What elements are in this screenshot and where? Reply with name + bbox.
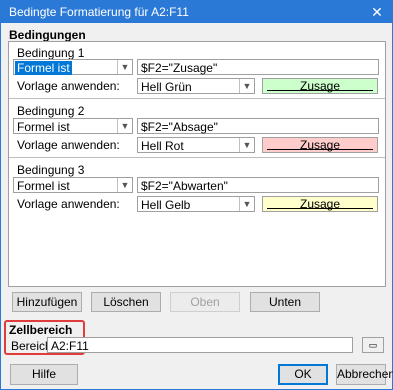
formula-value: $F2="Absage": [141, 120, 218, 134]
range-section-title: Zellbereich: [9, 323, 73, 337]
conditional-formatting-dialog: Bedingte Formatierung für A2:F11 ✕ Bedin…: [0, 0, 393, 390]
style-preview: Zusage: [262, 78, 378, 94]
style-value: Hell Grün: [141, 80, 192, 94]
condition-title: Bedingung 3: [17, 163, 85, 177]
style-preview: Zusage: [262, 196, 378, 212]
window-title: Bedingte Formatierung für A2:F11: [9, 5, 189, 19]
conditions-list: Bedingung 1 Formel ist ▼ $F2="Zusage" Vo…: [8, 41, 386, 287]
chevron-down-icon[interactable]: ▼: [239, 138, 254, 152]
style-select[interactable]: Hell Grün ▼: [137, 78, 255, 94]
condition-formula-input[interactable]: $F2="Absage": [137, 118, 379, 134]
apply-style-label: Vorlage anwenden:: [17, 138, 120, 152]
chevron-down-icon[interactable]: ▼: [117, 178, 132, 192]
style-value: Hell Gelb: [141, 198, 191, 212]
condition-type-value: Formel ist: [17, 179, 70, 193]
preview-underline: [267, 90, 373, 91]
condition-1: Bedingung 1 Formel ist ▼ $F2="Zusage" Vo…: [9, 42, 385, 99]
range-input[interactable]: A2:F11: [47, 337, 353, 353]
style-select[interactable]: Hell Rot ▼: [137, 137, 255, 153]
condition-3: Bedingung 3 Formel ist ▼ $F2="Abwarten" …: [9, 159, 385, 259]
condition-type-select[interactable]: Formel ist ▼: [13, 177, 133, 193]
condition-title: Bedingung 1: [17, 46, 85, 60]
chevron-down-icon[interactable]: ▼: [117, 60, 132, 74]
apply-style-label: Vorlage anwenden:: [17, 197, 120, 211]
style-select[interactable]: Hell Gelb ▼: [137, 196, 255, 212]
style-preview: Zusage: [262, 137, 378, 153]
ok-button[interactable]: OK: [278, 364, 328, 385]
range-value: A2:F11: [51, 339, 89, 353]
chevron-down-icon[interactable]: ▼: [239, 197, 254, 211]
formula-value: $F2="Zusage": [141, 61, 218, 75]
help-button[interactable]: Hilfe: [10, 364, 78, 385]
preview-underline: [267, 149, 373, 150]
condition-type-select[interactable]: Formel ist ▼: [13, 59, 133, 75]
shrink-icon[interactable]: ▭: [362, 337, 384, 353]
move-down-button[interactable]: Unten: [250, 292, 320, 312]
condition-formula-input[interactable]: $F2="Abwarten": [137, 177, 379, 193]
chevron-down-icon[interactable]: ▼: [239, 79, 254, 93]
title-bar: Bedingte Formatierung für A2:F11 ✕: [1, 1, 392, 23]
condition-2: Bedingung 2 Formel ist ▼ $F2="Absage" Vo…: [9, 100, 385, 158]
delete-condition-button[interactable]: Löschen: [91, 292, 161, 312]
preview-underline: [267, 208, 373, 209]
add-condition-button[interactable]: Hinzufügen: [12, 292, 82, 312]
condition-type-select[interactable]: Formel ist ▼: [13, 118, 133, 134]
conditions-section-title: Bedingungen: [9, 28, 86, 42]
formula-value: $F2="Abwarten": [141, 179, 228, 193]
move-up-button[interactable]: Oben: [170, 292, 240, 312]
condition-title: Bedingung 2: [17, 104, 85, 118]
condition-formula-input[interactable]: $F2="Zusage": [137, 59, 379, 75]
style-value: Hell Rot: [141, 139, 184, 153]
apply-style-label: Vorlage anwenden:: [17, 79, 120, 93]
chevron-down-icon[interactable]: ▼: [117, 119, 132, 133]
condition-type-value: Formel ist: [17, 120, 70, 134]
condition-type-value: Formel ist: [15, 61, 72, 75]
close-icon[interactable]: ✕: [362, 1, 392, 23]
cancel-button[interactable]: Abbrechen: [336, 364, 393, 385]
